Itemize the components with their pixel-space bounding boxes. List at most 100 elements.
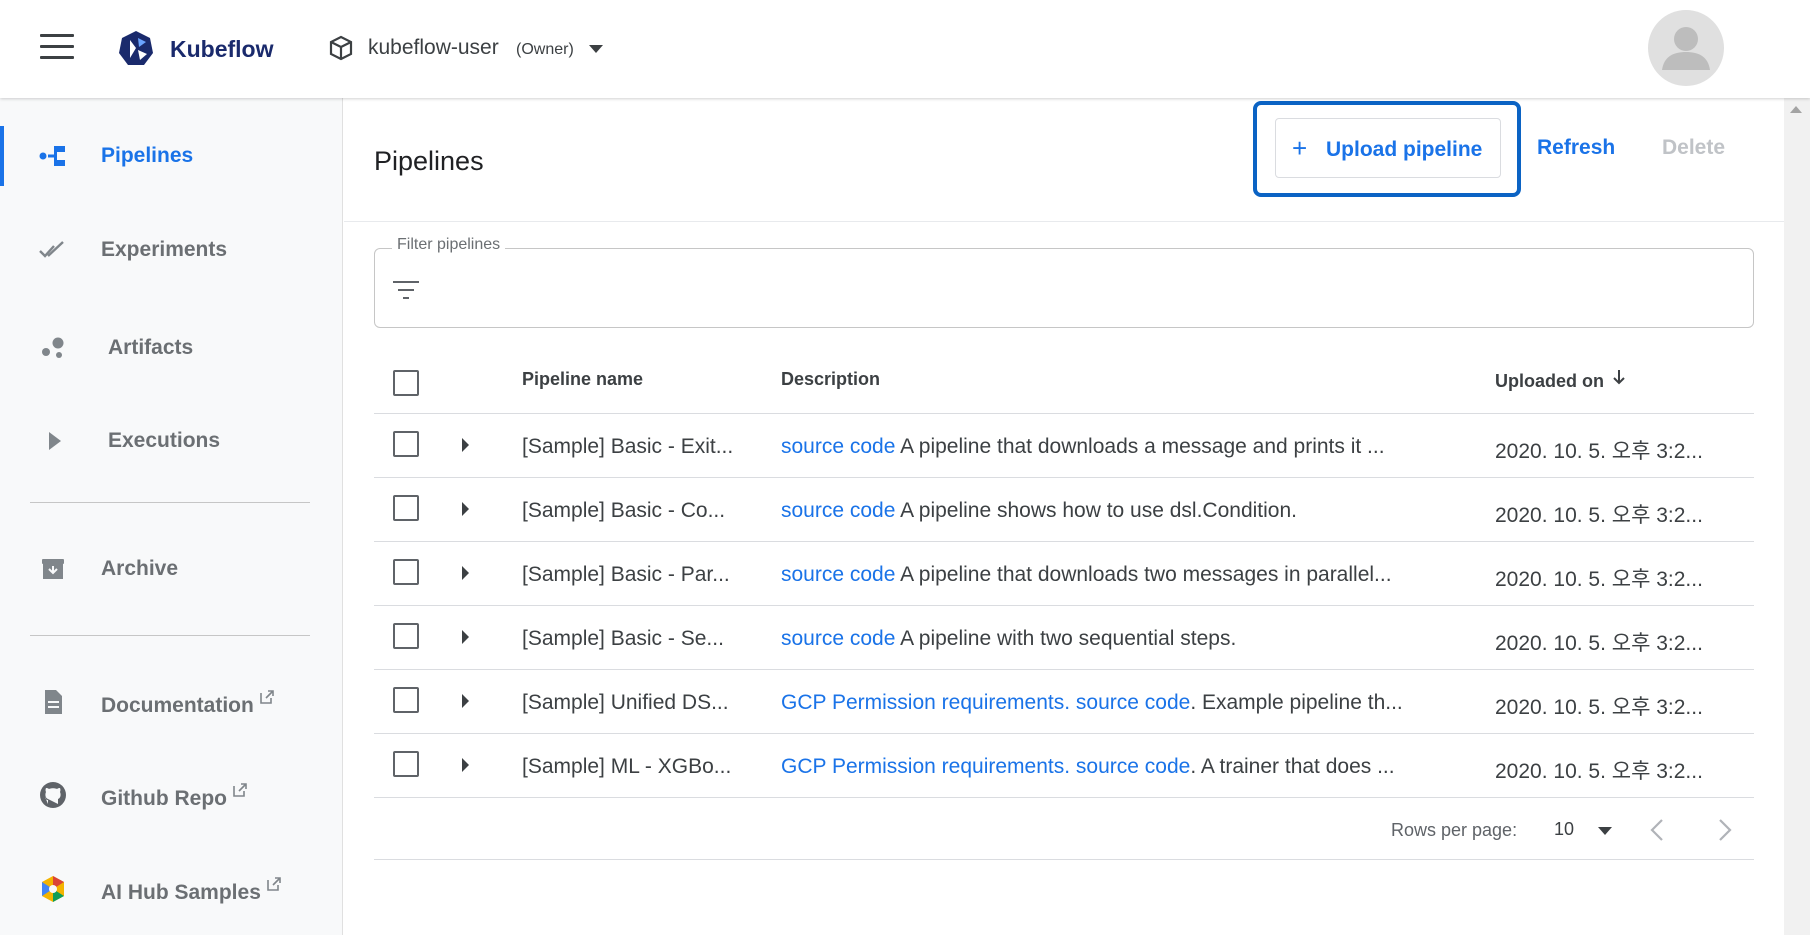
sidebar-item-label: Pipelines (101, 144, 194, 167)
sidebar-item-artifacts[interactable]: Artifacts (0, 318, 343, 378)
source-code-link[interactable]: source code (781, 499, 895, 522)
app-name[interactable]: Kubeflow (170, 36, 274, 63)
pipeline-name[interactable]: [Sample] ML - XGBo... (522, 755, 758, 779)
expand-row-icon[interactable] (462, 566, 469, 580)
sidebar-item-label: Artifacts (108, 336, 194, 359)
user-avatar[interactable] (1648, 10, 1724, 86)
menu-icon[interactable] (40, 34, 74, 60)
pipeline-name[interactable]: [Sample] Basic - Se... (522, 627, 758, 651)
table-row[interactable]: [Sample] Basic - Co... source code A pipe… (374, 478, 1754, 542)
github-icon (40, 782, 66, 808)
experiments-icon (39, 241, 64, 258)
sidebar-item-label: Executions (108, 429, 221, 452)
artifacts-icon (42, 337, 64, 358)
pipeline-description: source code A pipeline with two sequenti… (781, 627, 1471, 651)
pipeline-name[interactable]: [Sample] Basic - Exit... (522, 435, 758, 459)
rows-per-page-select[interactable]: 10 (1554, 819, 1574, 840)
sidebar-item-pipelines[interactable]: Pipelines (0, 126, 343, 186)
description-text: A pipeline with two sequential steps. (895, 627, 1237, 650)
source-code-link[interactable]: source code (1076, 755, 1190, 778)
table-row[interactable]: [Sample] Basic - Par... source code A pip… (374, 542, 1754, 606)
pipeline-description: source code A pipeline shows how to use … (781, 499, 1471, 523)
uploaded-on-date: 2020. 10. 5. 오후 3:2... (1495, 504, 1703, 527)
pipeline-name[interactable]: [Sample] Basic - Co... (522, 499, 758, 523)
column-header-pipeline-name[interactable]: Pipeline name (522, 369, 643, 390)
sidebar-item-label: AI Hub Samples (101, 881, 261, 904)
source-code-link[interactable]: source code (1076, 691, 1190, 714)
vertical-scrollbar[interactable] (1784, 98, 1810, 935)
namespace-dropdown-caret-icon[interactable] (589, 45, 603, 53)
person-icon (1662, 27, 1710, 70)
next-page-icon[interactable] (1712, 816, 1736, 844)
expand-row-icon[interactable] (462, 502, 469, 516)
archive-icon (42, 559, 64, 579)
table-row[interactable]: [Sample] Basic - Exit... source code A pi… (374, 414, 1754, 478)
sidebar-item-archive[interactable]: Archive (0, 539, 343, 599)
expand-row-icon[interactable] (462, 758, 469, 772)
filter-list-icon (393, 281, 419, 299)
sidebar-item-github-repo[interactable]: Github Repo (0, 765, 343, 825)
sidebar: Pipelines Experiments Artifacts Executio… (0, 98, 343, 935)
external-link-icon (233, 783, 247, 797)
pipeline-name[interactable]: [Sample] Basic - Par... (522, 563, 758, 587)
rows-per-page-caret-icon[interactable] (1598, 827, 1612, 835)
namespace-name[interactable]: kubeflow-user (368, 36, 499, 60)
source-code-link[interactable]: source code (781, 435, 895, 458)
table-row[interactable]: [Sample] Unified DS... GCP Permission req… (374, 670, 1754, 734)
expand-row-icon[interactable] (462, 694, 469, 708)
row-checkbox[interactable] (393, 495, 419, 521)
uploaded-on-date: 2020. 10. 5. 오후 3:2... (1495, 760, 1703, 783)
sidebar-item-ai-hub-samples[interactable]: AI Hub Samples (0, 859, 343, 919)
plus-icon: + (1292, 133, 1308, 163)
sort-descending-arrow-icon (1613, 370, 1625, 385)
pipeline-name[interactable]: [Sample] Unified DS... (522, 691, 758, 715)
expand-row-icon[interactable] (462, 438, 469, 452)
table-row[interactable]: [Sample] Basic - Se... source code A pipe… (374, 606, 1754, 670)
document-icon (45, 690, 62, 714)
external-link-icon (267, 877, 281, 891)
row-checkbox[interactable] (393, 687, 419, 713)
namespace-role[interactable]: (Owner) (516, 41, 574, 59)
sidebar-divider (30, 502, 310, 503)
source-code-link[interactable]: source code (781, 627, 895, 650)
page-title: Pipelines (374, 146, 484, 176)
play-icon (49, 432, 61, 450)
description-text: . Example pipeline th... (1190, 691, 1403, 714)
sidebar-item-executions[interactable]: Executions (0, 411, 343, 471)
scroll-up-arrow-icon[interactable] (1790, 106, 1802, 113)
column-header-uploaded-on[interactable]: Uploaded on (1495, 369, 1626, 392)
upload-pipeline-button[interactable]: + Upload pipeline (1275, 118, 1501, 178)
row-checkbox[interactable] (393, 751, 419, 777)
row-checkbox[interactable] (393, 623, 419, 649)
table-header: Pipeline name Description Uploaded on (374, 348, 1754, 414)
delete-button[interactable]: Delete (1662, 136, 1725, 160)
row-checkbox[interactable] (393, 559, 419, 585)
uploaded-on-date: 2020. 10. 5. 오후 3:2... (1495, 568, 1703, 591)
description-text: A pipeline shows how to use dsl.Conditio… (895, 499, 1297, 522)
pagination: Rows per page: 10 (374, 798, 1754, 860)
filter-input[interactable] (434, 270, 1734, 310)
pipelines-table: Pipeline name Description Uploaded on [S… (374, 348, 1754, 860)
sidebar-item-label: Archive (101, 557, 179, 580)
upload-pipeline-label: Upload pipeline (1326, 138, 1483, 161)
gcp-permission-link[interactable]: GCP Permission requirements. (781, 691, 1070, 714)
rows-per-page-label: Rows per page: (1391, 820, 1518, 840)
gcp-permission-link[interactable]: GCP Permission requirements. (781, 755, 1070, 778)
header-divider (344, 221, 1784, 222)
external-link-icon (260, 690, 274, 704)
namespace-cube-icon[interactable] (328, 35, 354, 61)
source-code-link[interactable]: source code (781, 563, 895, 586)
sidebar-item-documentation[interactable]: Documentation (0, 672, 343, 732)
table-row[interactable]: [Sample] ML - XGBo... GCP Permission requ… (374, 734, 1754, 798)
previous-page-icon[interactable] (1646, 816, 1670, 844)
expand-row-icon[interactable] (462, 630, 469, 644)
refresh-button[interactable]: Refresh (1537, 136, 1615, 160)
pipeline-description: source code A pipeline that downloads tw… (781, 563, 1471, 587)
select-all-checkbox[interactable] (393, 370, 419, 396)
ai-hub-icon (42, 876, 64, 902)
kubeflow-logo[interactable] (116, 28, 156, 68)
pipeline-description: GCP Permission requirements. source code… (781, 691, 1471, 715)
row-checkbox[interactable] (393, 431, 419, 457)
description-text: A pipeline that downloads two messages i… (895, 563, 1392, 586)
sidebar-item-experiments[interactable]: Experiments (0, 220, 343, 280)
